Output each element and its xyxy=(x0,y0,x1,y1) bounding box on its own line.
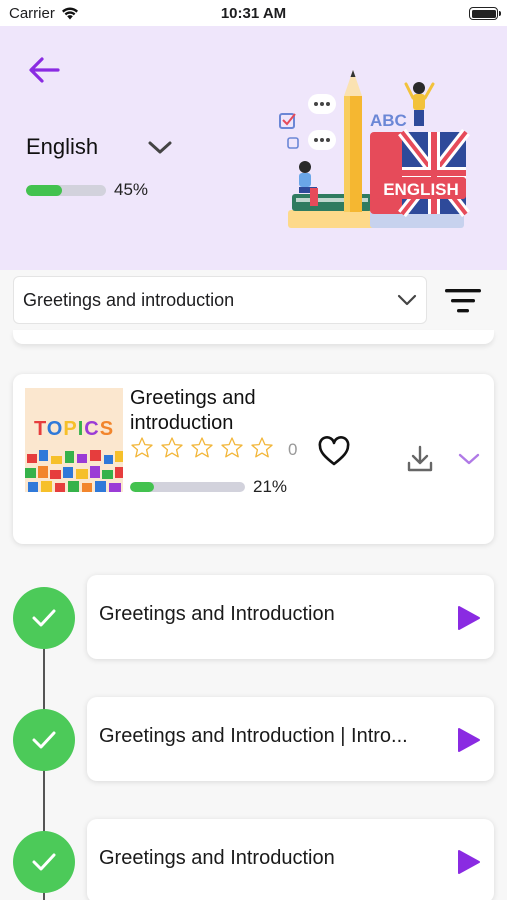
lesson-item[interactable]: Greetings and Introduction | Intro... xyxy=(87,697,494,781)
thumbnail-text: TOPICS xyxy=(33,418,115,440)
chevron-down-icon xyxy=(397,294,417,306)
illustration-book-text: ENGLISH xyxy=(383,180,459,199)
language-progress-fill xyxy=(26,184,62,196)
checkmark-icon xyxy=(32,853,56,871)
star-icon[interactable] xyxy=(250,436,274,460)
battery-icon xyxy=(469,7,501,20)
course-progress-fill xyxy=(130,482,155,492)
clock: 10:31 AM xyxy=(220,5,287,22)
lesson-item[interactable]: Greetings and Introduction xyxy=(87,575,494,659)
lesson-complete-badge xyxy=(13,831,75,893)
course-header: English 45% ENGLISH ABC xyxy=(0,26,507,270)
arrow-left-icon xyxy=(29,57,60,83)
lesson-item[interactable]: Greetings and Introduction xyxy=(87,819,494,900)
topic-select-value: Greetings and introduction xyxy=(23,289,235,310)
heart-icon[interactable] xyxy=(317,436,351,468)
checkmark-icon xyxy=(32,731,56,749)
course-card[interactable]: TOPICS Greetings and introduction 0 21% xyxy=(13,374,494,544)
lesson-title: Greetings and Introduction | Intro... xyxy=(99,725,408,747)
star-icon[interactable] xyxy=(190,436,214,460)
english-books-illustration: ENGLISH ABC xyxy=(279,70,470,228)
language-progress: 45% xyxy=(26,180,148,200)
lesson-complete-badge xyxy=(13,587,75,649)
list-header-edge xyxy=(13,330,494,344)
download-icon[interactable] xyxy=(406,444,434,474)
status-bar: Carrier 10:31 AM xyxy=(0,0,507,26)
thumbnail-word: TOPICS xyxy=(25,418,123,441)
course-thumbnail: TOPICS xyxy=(25,388,123,492)
language-progress-bar xyxy=(26,184,106,196)
course-progress: 21% xyxy=(130,477,287,497)
rating-stars[interactable] xyxy=(130,436,274,460)
course-progress-label: 21% xyxy=(253,477,288,496)
rating-count: 0 xyxy=(288,440,298,459)
course-title: Greetings and introduction xyxy=(130,387,256,434)
lesson-complete-badge xyxy=(13,709,75,771)
language-progress-label: 45% xyxy=(114,180,149,199)
filter-icon[interactable] xyxy=(443,283,483,319)
lesson-title: Greetings and Introduction xyxy=(99,603,335,625)
play-icon[interactable] xyxy=(457,849,481,875)
illustration-abc-text: ABC xyxy=(370,111,407,130)
lesson-title: Greetings and Introduction xyxy=(99,847,335,869)
course-progress-bar xyxy=(130,482,245,492)
play-icon[interactable] xyxy=(457,727,481,753)
language-selector[interactable]: English xyxy=(26,134,172,160)
star-icon[interactable] xyxy=(130,436,154,460)
topic-select[interactable]: Greetings and introduction xyxy=(13,276,427,324)
thumbnail-letters-pattern xyxy=(25,450,123,492)
language-label: English xyxy=(26,134,99,159)
chevron-down-icon[interactable] xyxy=(457,450,481,468)
chevron-down-icon[interactable] xyxy=(146,138,174,158)
star-icon[interactable] xyxy=(160,436,184,460)
back-button[interactable] xyxy=(26,52,62,88)
checkmark-icon xyxy=(32,609,56,627)
star-icon[interactable] xyxy=(220,436,244,460)
play-icon[interactable] xyxy=(457,605,481,631)
